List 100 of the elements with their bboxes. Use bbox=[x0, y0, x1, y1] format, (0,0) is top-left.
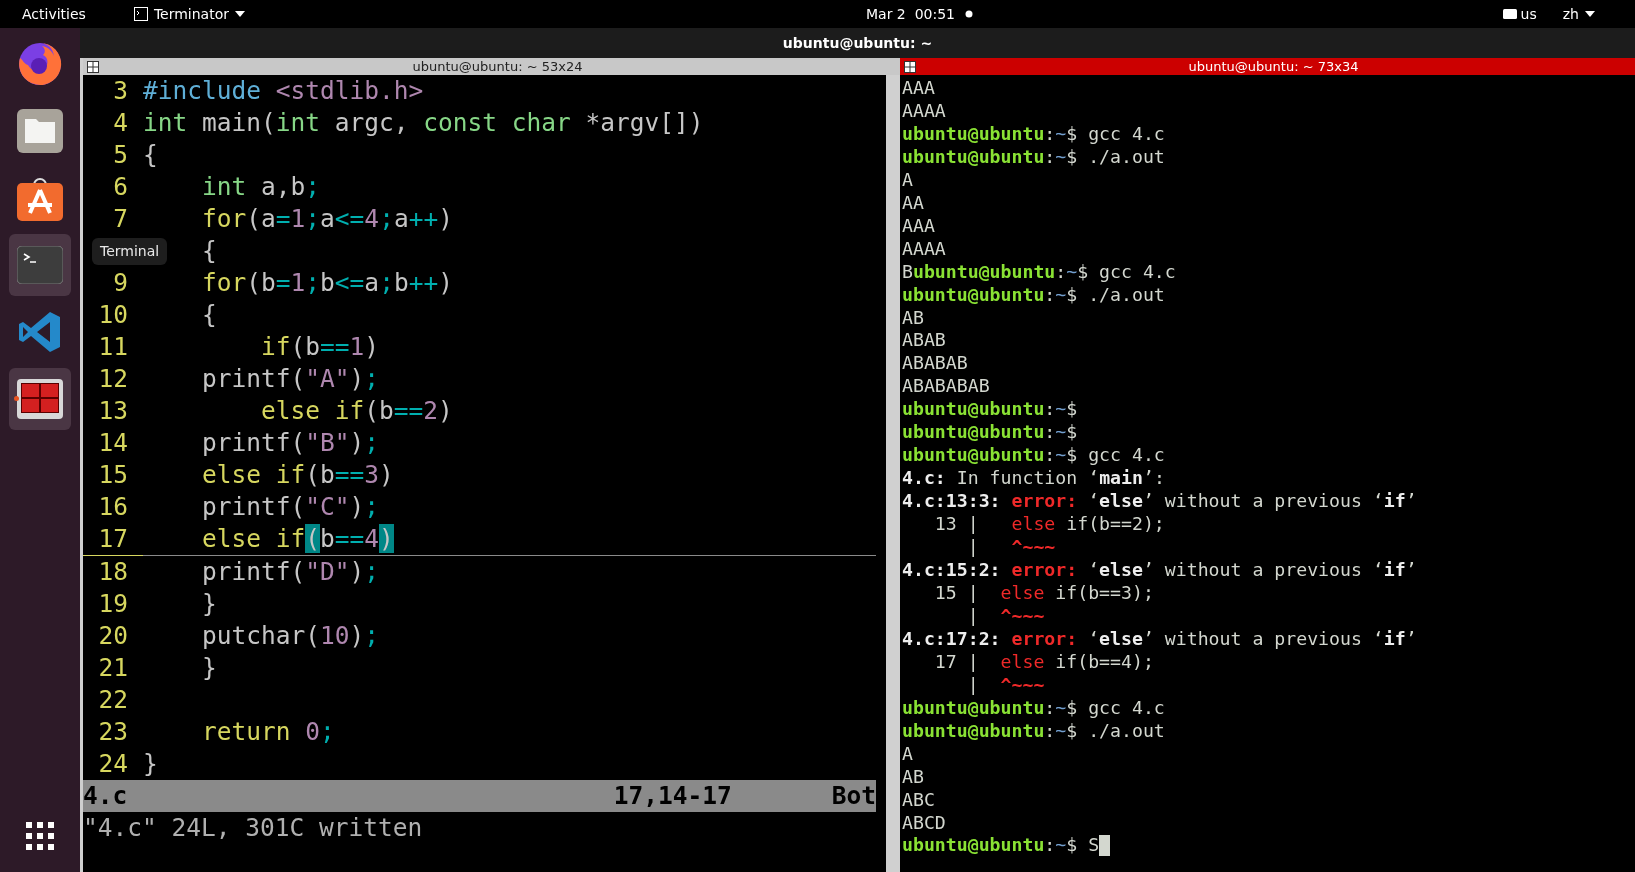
terminal-line: ubuntu@ubuntu:~$ gcc 4.c bbox=[902, 122, 1165, 146]
code-line: printf("C"); bbox=[201, 492, 380, 521]
window-title: ubuntu@ubuntu: ~ bbox=[782, 33, 933, 53]
code-line: int main(int argc, const char *argv[]) bbox=[143, 108, 704, 137]
pane-title: ubuntu@ubuntu: ~ 53x24 bbox=[412, 58, 583, 75]
terminal-line: 4.c:13:3: error: ‘else’ without a previous ‘if’ bbox=[902, 490, 1417, 514]
line-number: 19 bbox=[98, 588, 128, 620]
terminal-line: AAA bbox=[902, 77, 935, 100]
terminal-line: 13 | else if(b==2); bbox=[933, 513, 1165, 537]
terminal-line: AAA bbox=[902, 214, 935, 238]
line-number: 21 bbox=[98, 652, 128, 684]
line-number: 7 bbox=[113, 203, 128, 235]
terminal-line: ubuntu@ubuntu:~$ gcc 4.c bbox=[902, 444, 1165, 468]
terminal-app-icon bbox=[133, 7, 148, 21]
caret-icon bbox=[1585, 11, 1595, 17]
terminal-line: A bbox=[902, 168, 913, 192]
dock-item[interactable] bbox=[9, 367, 71, 430]
terminal-line: 17 | else if(b==4); bbox=[933, 650, 1154, 674]
language-menu[interactable]: zh bbox=[1562, 3, 1595, 25]
code-line: for(b=1;b<=a;b++) bbox=[201, 268, 453, 297]
file-name: 4.c bbox=[83, 780, 128, 812]
terminal-line: ABCD bbox=[902, 811, 946, 835]
terminal-line: | ^~~~ bbox=[966, 536, 1056, 559]
code-line: { bbox=[143, 140, 158, 169]
clock[interactable]: Mar 2 00:51 bbox=[866, 3, 974, 25]
keyboard-indicator[interactable]: us bbox=[1502, 3, 1537, 25]
terminal-line: AA bbox=[902, 191, 924, 215]
code-line: } bbox=[201, 653, 217, 682]
terminal-line: | ^~~~ bbox=[966, 673, 1045, 697]
terminal-line: 4.c:17:2: error: ‘else’ without a previous ‘if’ bbox=[902, 627, 1417, 651]
terminal-line: ABAB bbox=[902, 329, 946, 353]
folder-icon bbox=[17, 108, 63, 153]
terminal-line: ABABABAB bbox=[902, 375, 990, 399]
split-icon bbox=[87, 60, 99, 73]
vim-message: "4.c" 24L, 301C written bbox=[83, 813, 423, 842]
code-line: printf("A"); bbox=[201, 364, 380, 393]
line-number: 6 bbox=[113, 171, 128, 203]
browser-icon bbox=[17, 40, 63, 87]
split-icon bbox=[904, 60, 916, 73]
activities-button[interactable]: Activities bbox=[22, 3, 86, 25]
tooltip: Terminal bbox=[92, 238, 168, 265]
scroll-position: Bot bbox=[831, 780, 876, 812]
terminal-line: Bubuntu@ubuntu:~$ gcc 4.c bbox=[902, 260, 1176, 284]
line-number: 24 bbox=[98, 748, 128, 780]
code-line: for(a=1;a<=4;a++) bbox=[201, 204, 453, 233]
terminal-line: 4.c:15:2: error: ‘else’ without a previous ‘if’ bbox=[902, 559, 1417, 582]
terminal-line: ubuntu@ubuntu:~$ S bbox=[902, 834, 1100, 858]
line-number: 17 bbox=[98, 523, 128, 555]
notification-dot-icon bbox=[965, 10, 974, 18]
line-number: 23 bbox=[98, 716, 128, 748]
terminal-line: 4.c: In function ‘main’: bbox=[902, 467, 1165, 491]
code-line: int a,b; bbox=[201, 172, 321, 201]
caret-icon bbox=[234, 11, 245, 17]
line-number: 13 bbox=[98, 395, 128, 427]
line-number: 3 bbox=[113, 75, 128, 107]
terminal-line: ubuntu@ubuntu:~$ ./a.out bbox=[902, 145, 1165, 169]
code-line: else if(b==4) bbox=[201, 524, 394, 553]
line-number: 12 bbox=[98, 363, 128, 395]
line-number: 11 bbox=[98, 331, 128, 363]
code-line: { bbox=[201, 300, 217, 329]
line-number: 18 bbox=[98, 556, 128, 588]
terminal-line: ubuntu@ubuntu:~$ gcc 4.c bbox=[902, 696, 1165, 720]
code-line: } bbox=[201, 589, 217, 618]
code-line: #include <stdlib.h> bbox=[143, 76, 424, 105]
code-line: } bbox=[143, 749, 158, 778]
terminal-icon bbox=[17, 245, 63, 284]
terminal-line: A bbox=[902, 742, 913, 766]
terminal-line: ubuntu@ubuntu:~$ ./a.out bbox=[902, 719, 1165, 743]
terminal-grid-icon bbox=[17, 378, 63, 419]
terminal-line: AB bbox=[902, 306, 924, 330]
line-number: 4 bbox=[113, 107, 128, 139]
line-number: 10 bbox=[98, 299, 128, 331]
line-number: 22 bbox=[98, 684, 128, 716]
terminal-line: ubuntu@ubuntu:~$ ./a.out bbox=[902, 283, 1165, 307]
line-number: 15 bbox=[98, 459, 128, 491]
code-line: printf("D"); bbox=[201, 557, 380, 586]
terminal-line: ubuntu@ubuntu:~$ bbox=[902, 398, 1078, 422]
code-line: else if(b==3) bbox=[201, 460, 394, 489]
keyboard-icon bbox=[1502, 9, 1517, 19]
terminal-line: AAAA bbox=[902, 99, 946, 123]
cursor-position: 17,14-17 bbox=[613, 780, 732, 812]
terminal-line: ubuntu@ubuntu:~$ bbox=[902, 421, 1078, 445]
line-number: 5 bbox=[113, 139, 128, 171]
code-line: putchar(10); bbox=[201, 621, 380, 650]
terminal-line: AAAA bbox=[902, 237, 946, 261]
code-line: printf("B"); bbox=[201, 428, 380, 457]
terminal-line: 15 | else if(b==3); bbox=[933, 581, 1154, 605]
app-menu[interactable]: Terminator bbox=[133, 3, 245, 25]
terminal-line: | ^~~~ bbox=[966, 604, 1045, 628]
line-number: 9 bbox=[113, 267, 128, 299]
line-number: 16 bbox=[98, 491, 128, 523]
terminal-line: ABC bbox=[902, 788, 935, 812]
line-number: 14 bbox=[98, 427, 128, 459]
terminal-line: AB bbox=[902, 765, 924, 789]
code-line: if(b==1) bbox=[260, 332, 380, 361]
code-editor-icon bbox=[18, 309, 62, 354]
terminal-line: ABABAB bbox=[902, 352, 968, 376]
line-number: 20 bbox=[98, 620, 128, 652]
pane-title: ubuntu@ubuntu: ~ 73x34 bbox=[1188, 58, 1359, 75]
grid-icon bbox=[26, 822, 54, 850]
